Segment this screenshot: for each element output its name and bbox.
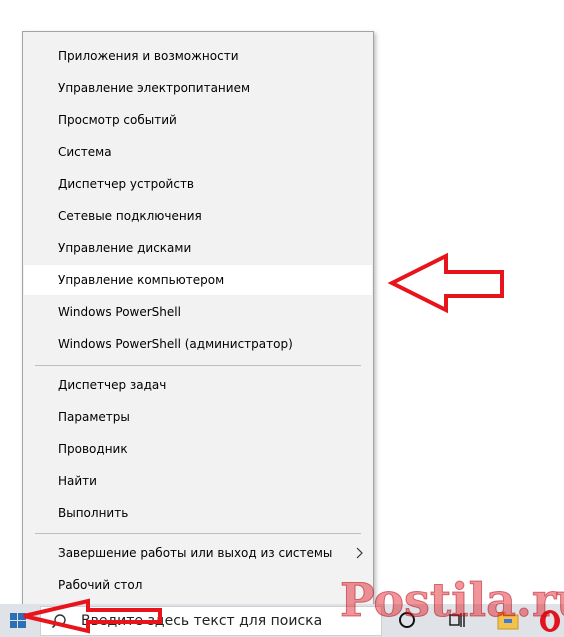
screenshot-stage: Приложения и возможности Управление элек… — [0, 0, 564, 637]
menu-item-label: Windows PowerShell — [58, 305, 181, 319]
menu-item-shutdown-signout[interactable]: Завершение работы или выход из системы — [24, 538, 372, 568]
menu-item-disk-management[interactable]: Управление дисками — [24, 233, 372, 263]
menu-item-system[interactable]: Система — [24, 137, 372, 167]
watermark-text: Postila.ru — [340, 573, 564, 627]
menu-item-label: Проводник — [58, 442, 128, 456]
menu-item-desktop[interactable]: Рабочий стол — [24, 570, 372, 600]
menu-item-label: Диспетчер устройств — [58, 177, 195, 191]
winx-context-menu: Приложения и возможности Управление элек… — [22, 31, 374, 605]
menu-item-run[interactable]: Выполнить — [24, 498, 372, 528]
menu-item-label: Параметры — [58, 410, 130, 424]
menu-item-event-viewer[interactable]: Просмотр событий — [24, 105, 372, 135]
menu-item-label: Завершение работы или выход из системы — [58, 546, 333, 560]
menu-item-label: Просмотр событий — [58, 113, 177, 127]
menu-item-file-explorer[interactable]: Проводник — [24, 434, 372, 464]
menu-item-apps-features[interactable]: Приложения и возможности — [24, 41, 372, 71]
menu-item-label: Система — [58, 145, 112, 159]
menu-item-search[interactable]: Найти — [24, 466, 372, 496]
menu-item-power-options[interactable]: Управление электропитанием — [24, 73, 372, 103]
menu-item-settings[interactable]: Параметры — [24, 402, 372, 432]
menu-item-network-connections[interactable]: Сетевые подключения — [24, 201, 372, 231]
menu-item-powershell-admin[interactable]: Windows PowerShell (администратор) — [24, 329, 372, 359]
menu-separator — [35, 365, 361, 366]
menu-item-powershell[interactable]: Windows PowerShell — [24, 297, 372, 327]
annotation-arrow-left-icon — [23, 598, 162, 634]
menu-item-task-manager[interactable]: Диспетчер задач — [24, 370, 372, 400]
menu-item-device-manager[interactable]: Диспетчер устройств — [24, 169, 372, 199]
menu-item-label: Управление дисками — [58, 241, 192, 255]
menu-item-label: Управление компьютером — [58, 273, 225, 287]
menu-separator — [35, 533, 361, 534]
annotation-arrow-left-icon — [388, 252, 504, 314]
menu-item-label: Выполнить — [58, 506, 129, 520]
menu-item-label: Диспетчер задач — [58, 378, 167, 392]
menu-item-label: Рабочий стол — [58, 578, 143, 592]
menu-item-computer-management[interactable]: Управление компьютером — [24, 265, 372, 295]
menu-item-label: Приложения и возможности — [58, 49, 239, 63]
menu-item-label: Windows PowerShell (администратор) — [58, 337, 293, 351]
postila-watermark: Postila.ru — [340, 573, 564, 628]
menu-item-label: Управление электропитанием — [58, 81, 250, 95]
menu-item-label: Найти — [58, 474, 97, 488]
menu-item-label: Сетевые подключения — [58, 209, 202, 223]
